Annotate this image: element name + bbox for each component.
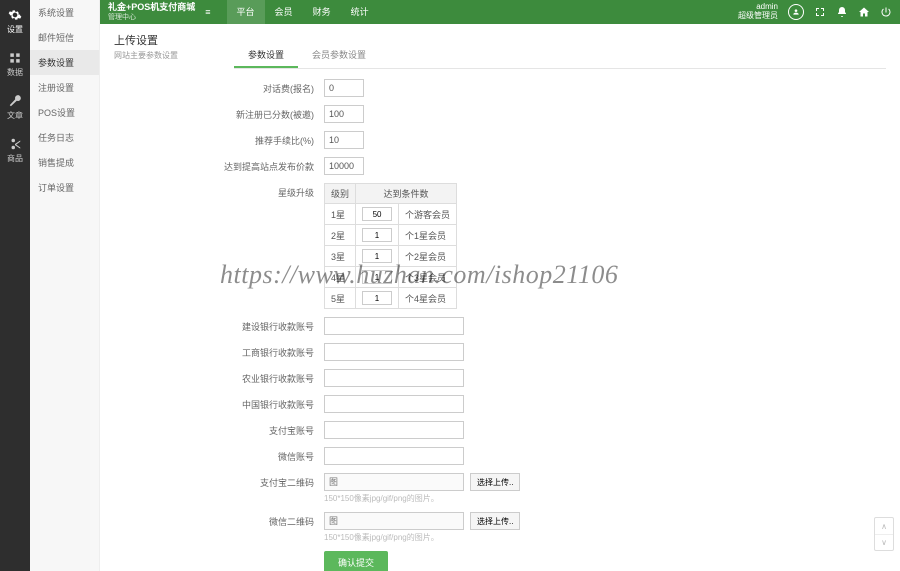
rail-settings[interactable]: 设置 [7,8,23,35]
f3-label: 推荐手续比(%) [114,131,324,147]
topnav-stats[interactable]: 统计 [341,0,379,24]
scroll-up-button[interactable]: ∧ [875,518,893,534]
nav-pos[interactable]: POS设置 [30,100,99,125]
side-nav: 系统设置 邮件短信 参数设置 注册设置 POS设置 任务日志 销售提成 订单设置 [30,0,100,571]
r2-input[interactable] [362,228,392,242]
f1-input[interactable] [324,79,364,97]
wechat-input[interactable] [324,447,464,465]
bank4-label: 中国银行收款账号 [114,395,324,411]
avatar-dropdown[interactable] [788,4,804,20]
nav-order[interactable]: 订单设置 [30,175,99,200]
user-block: admin 超级管理员 [738,3,778,21]
alipay-qr-upload[interactable]: 选择上传.. [470,473,520,491]
topbar: 礼金+POS机支付商城 管理中心 ≡ 平台 会员 财务 统计 admin 超级管… [100,0,900,24]
f4-label: 达到提高站点发布价款 [114,157,324,173]
f4-input[interactable] [324,157,364,175]
table-row: 5星个4星会员 [325,288,457,309]
alipay-input[interactable] [324,421,464,439]
wechat-qr-path[interactable] [324,512,464,530]
menu-toggle[interactable]: ≡ [199,7,216,17]
bank3-input[interactable] [324,369,464,387]
float-buttons: ∧ ∨ [874,517,894,551]
alipay-qr-hint: 150*150像素jpg/gif/png的图片。 [324,493,886,504]
table-row: 4星个3星会员 [325,267,457,288]
bank2-label: 工商银行收款账号 [114,343,324,359]
fullscreen-icon[interactable] [814,6,826,18]
rail-goods[interactable]: 商品 [7,137,23,164]
user-icon [792,8,800,16]
tab-member-params[interactable]: 会员参数设置 [298,43,380,68]
r3-input[interactable] [362,249,392,263]
nav-params[interactable]: 参数设置 [30,50,99,75]
f2-input[interactable] [324,105,364,123]
table-row: 2星个1星会员 [325,225,457,246]
wechat-qr-hint: 150*150像素jpg/gif/png的图片。 [324,532,886,543]
f3-input[interactable] [324,131,364,149]
tab-params[interactable]: 参数设置 [234,43,298,68]
f2-label: 新注册已分数(被邀) [114,105,324,121]
bank2-input[interactable] [324,343,464,361]
alipay-qr-path[interactable] [324,473,464,491]
left-rail: 设置 数据 文章 商品 [0,0,30,571]
bank4-input[interactable] [324,395,464,413]
bank1-label: 建设银行收款账号 [114,317,324,333]
submit-button[interactable]: 确认提交 [324,551,388,571]
nav-mail[interactable]: 邮件短信 [30,25,99,50]
nav-tasklog[interactable]: 任务日志 [30,125,99,150]
alipay-label: 支付宝账号 [114,421,324,437]
scroll-down-button[interactable]: ∨ [875,534,893,550]
topnav-platform[interactable]: 平台 [227,0,265,24]
power-icon[interactable] [880,6,892,18]
nav-commission[interactable]: 销售提成 [30,150,99,175]
bank1-input[interactable] [324,317,464,335]
brand-sub: 管理中心 [108,12,195,22]
bell-icon[interactable] [836,6,848,18]
topnav-member[interactable]: 会员 [265,0,303,24]
alipay-qr-label: 支付宝二维码 [114,473,324,489]
r4-input[interactable] [362,270,392,284]
table-row: 1星个游客会员 [325,204,457,225]
data-icon [8,51,22,65]
star-table: 级别达到条件数 1星个游客会员 2星个1星会员 3星个2星会员 4星个3星会员 … [324,183,457,309]
r1-input[interactable] [362,207,392,221]
scissors-icon [8,137,22,151]
wechat-qr-upload[interactable]: 选择上传.. [470,512,520,530]
table-row: 3星个2星会员 [325,246,457,267]
brand-title: 礼金+POS机支付商城 [108,3,195,12]
wechat-qr-label: 微信二维码 [114,512,324,528]
wechat-label: 微信账号 [114,447,324,463]
topnav-finance[interactable]: 财务 [303,0,341,24]
nav-register[interactable]: 注册设置 [30,75,99,100]
r5-input[interactable] [362,291,392,305]
star-label: 星级升级 [114,183,324,199]
home-icon[interactable] [858,6,870,18]
f1-label: 对话费(报名) [114,79,324,95]
wrench-icon [8,94,22,108]
gear-icon [8,8,22,22]
rail-data[interactable]: 数据 [7,51,23,78]
nav-system[interactable]: 系统设置 [30,0,99,25]
rail-article[interactable]: 文章 [7,94,23,121]
bank3-label: 农业银行收款账号 [114,369,324,385]
